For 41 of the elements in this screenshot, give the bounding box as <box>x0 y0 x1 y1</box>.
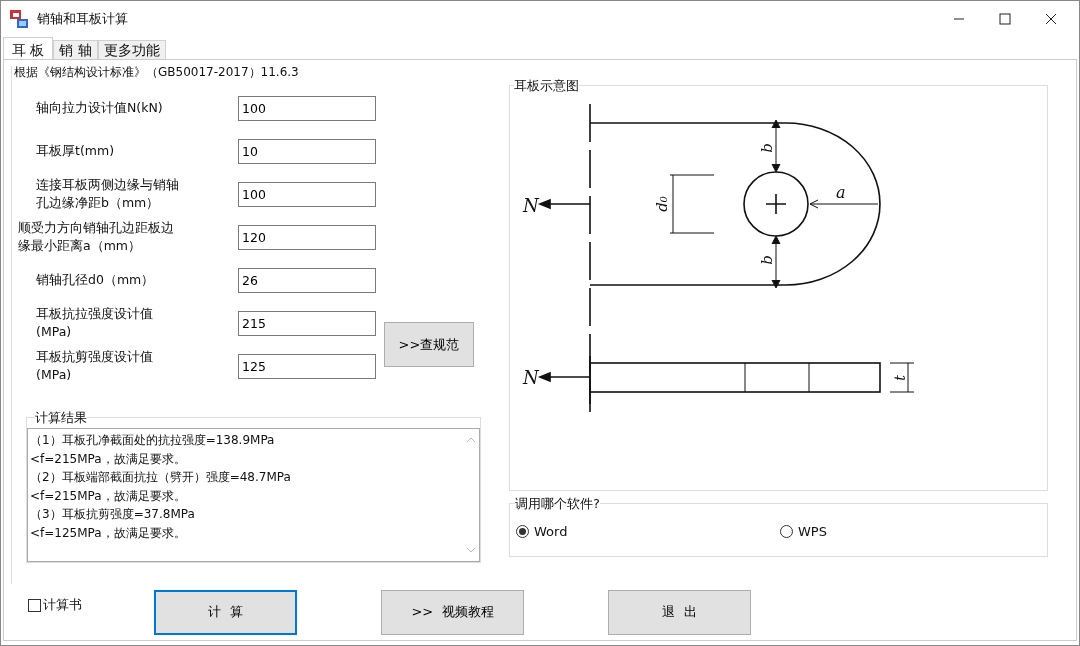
group-title: 耳板示意图 <box>514 77 579 95</box>
checkbox-label[interactable]: 计算书 <box>43 596 82 614</box>
input-field[interactable]: 215 <box>238 310 376 336</box>
input-field[interactable]: 100 <box>238 181 376 207</box>
window-title: 销轴和耳板计算 <box>37 10 128 28</box>
field-label: 轴向拉力设计值N(kN) <box>36 99 164 117</box>
radio-label[interactable]: WPS <box>798 524 827 539</box>
input-field[interactable]: 120 <box>238 224 376 250</box>
input-field[interactable]: 100 <box>238 95 376 121</box>
result-line: （2）耳板端部截面抗拉（劈开）强度=48.7MPa <box>30 469 292 486</box>
field-label: 耳板抗拉强度设计值 (MPa) <box>36 305 154 341</box>
group-title: 调用哪个软件? <box>515 495 600 513</box>
ear-plate-drawing: N N b b a d₀ t <box>523 103 915 413</box>
result-line: （3）耳板抗剪强度=37.8MPa <box>30 506 196 523</box>
radio-label[interactable]: Word <box>534 524 568 539</box>
tab[interactable]: 销 轴 <box>53 40 98 59</box>
result-line: <f=215MPa，故满足要求。 <box>30 487 187 505</box>
result-line: <f=215MPa，故满足要求。 <box>30 450 187 468</box>
action-button[interactable]: >> 视频教程 <box>381 589 524 635</box>
results-textarea[interactable]: （1）耳板孔净截面处的抗拉强度=138.9MPa <f=215MPa，故满足要求。 （2）耳板端部截面抗拉（劈开）强度=48.7MPa <f=215MPa，故满足要求。 （3）耳板抗剪强度=37.8MPa <f=125MPa，故满足要求。 <box>27 428 480 562</box>
maximize-icon[interactable] <box>999 13 1011 25</box>
group-title: 根据《钢结构设计标准》（GB50017-2017）11.6.3 <box>12 65 299 79</box>
app-icon <box>9 9 29 29</box>
tab[interactable]: 更多功能 <box>97 40 166 59</box>
input-field[interactable]: 125 <box>238 353 376 379</box>
close-icon[interactable] <box>1045 13 1057 25</box>
field-label: 耳板抗剪强度设计值 (MPa) <box>36 348 154 384</box>
action-button[interactable]: 计 算 <box>154 589 297 635</box>
code-button[interactable]: >>查规范 <box>384 322 474 367</box>
result-line: <f=125MPa，故满足要求。 <box>30 524 187 542</box>
checkbox[interactable] <box>28 598 41 612</box>
input-field[interactable]: 26 <box>238 267 376 293</box>
input-field[interactable]: 10 <box>238 138 376 164</box>
field-label: 耳板厚t(mm) <box>36 142 115 160</box>
action-button[interactable]: 退 出 <box>608 589 751 635</box>
tab[interactable]: 耳 板 <box>3 37 54 59</box>
field-label: 销轴孔径d0（mm） <box>36 271 156 289</box>
group-title: 计算结果 <box>35 409 87 427</box>
field-label: 顺受力方向销轴孔边距板边缘最小距离a（mm） <box>18 219 175 255</box>
result-line: （1）耳板孔净截面处的抗拉强度=138.9MPa <box>30 432 276 449</box>
field-label: 连接耳板两侧边缘与销轴孔边缘净距b（mm） <box>36 176 180 212</box>
